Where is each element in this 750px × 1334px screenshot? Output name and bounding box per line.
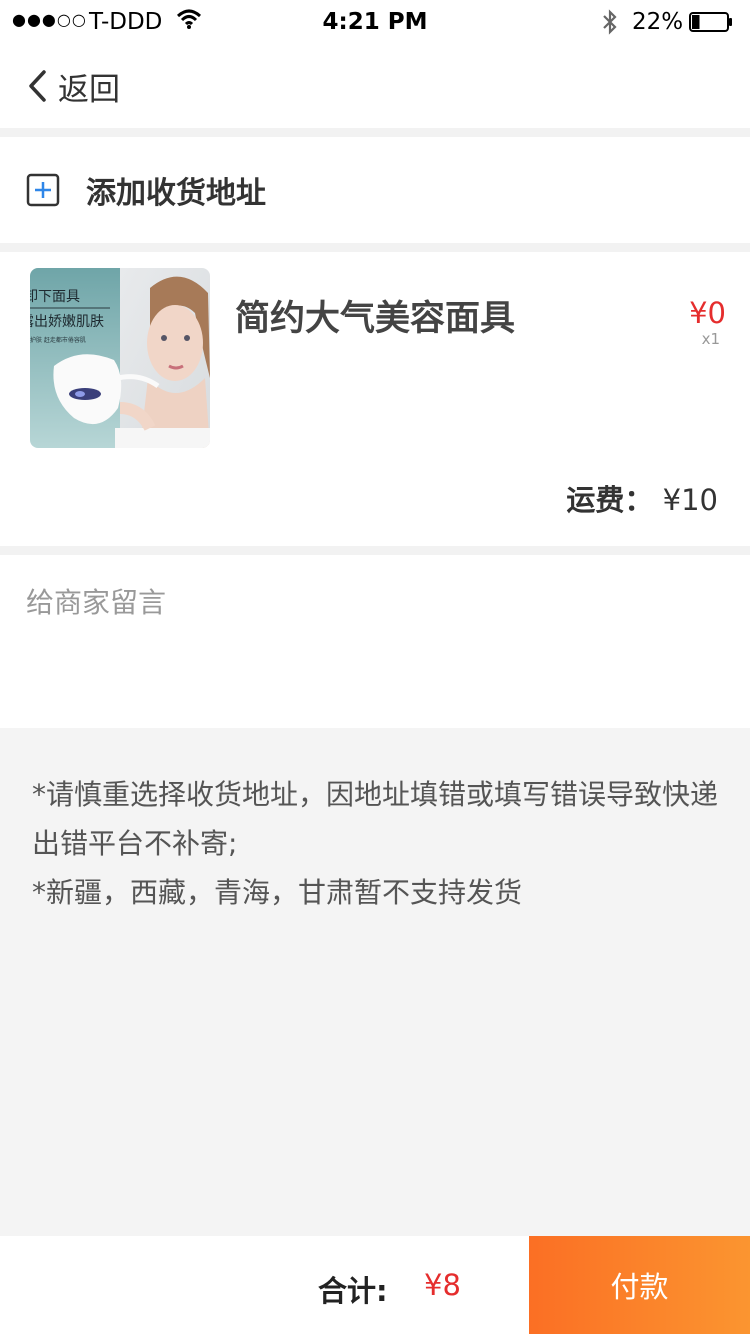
- merchant-message-input[interactable]: [26, 581, 716, 711]
- battery-icon: [689, 12, 733, 32]
- shipping-fee: 运费： ¥10: [566, 477, 718, 519]
- navigation-bar: 返回: [0, 44, 750, 128]
- shipping-label: 运费：: [566, 483, 654, 517]
- notice-line-2: *新疆，西藏，青海，甘肃暂不支持发货: [32, 876, 523, 909]
- status-bar: ●●●○○ T-DDD 4:21 PM 22%: [0, 0, 750, 44]
- section-divider: [0, 243, 750, 252]
- notice-line-1: *请慎重选择收货地址，因地址填错或填写错误导致快递出错平台不补寄;: [32, 778, 719, 860]
- section-divider: [0, 128, 750, 137]
- product-quantity: x1: [701, 330, 720, 348]
- total-label: 合计:: [318, 1274, 388, 1308]
- add-square-icon: [26, 173, 60, 207]
- add-address-label: 添加收货地址: [86, 176, 266, 211]
- checkout-bar: 合计: ¥8 付款: [0, 1236, 750, 1334]
- chevron-left-icon: [29, 70, 46, 102]
- add-address-row[interactable]: 添加收货地址: [0, 137, 750, 243]
- back-label: 返回: [58, 71, 120, 108]
- image-caption-3: 护肤 赶走都市倦容肌: [30, 336, 86, 344]
- bluetooth-icon: [600, 8, 620, 42]
- product-image[interactable]: 卸下面具 露出娇嫩肌肤 护肤 赶走都市倦容肌: [30, 268, 210, 448]
- battery-percent: 22%: [632, 9, 684, 35]
- section-divider: [0, 546, 750, 555]
- product-name: 简约大气美容面具: [235, 299, 516, 339]
- image-caption-1: 卸下面具: [30, 289, 80, 305]
- image-caption-2: 露出娇嫩肌肤: [30, 314, 104, 330]
- product-card: 卸下面具 露出娇嫩肌肤 护肤 赶走都市倦容肌 简: [0, 252, 750, 546]
- shipping-value: ¥10: [662, 483, 718, 517]
- pay-button[interactable]: 付款: [529, 1236, 750, 1334]
- back-button[interactable]: 返回: [26, 64, 120, 108]
- total-amount: ¥8: [424, 1268, 461, 1302]
- shipping-notice: *请慎重选择收货地址，因地址填错或填写错误导致快递出错平台不补寄; *新疆，西藏…: [0, 728, 750, 1236]
- order-confirm-page: ●●●○○ T-DDD 4:21 PM 22% 返回 添加收货地址 卸下面具 出…: [0, 0, 750, 1334]
- product-price: ¥0: [689, 296, 726, 330]
- message-section: [0, 555, 750, 727]
